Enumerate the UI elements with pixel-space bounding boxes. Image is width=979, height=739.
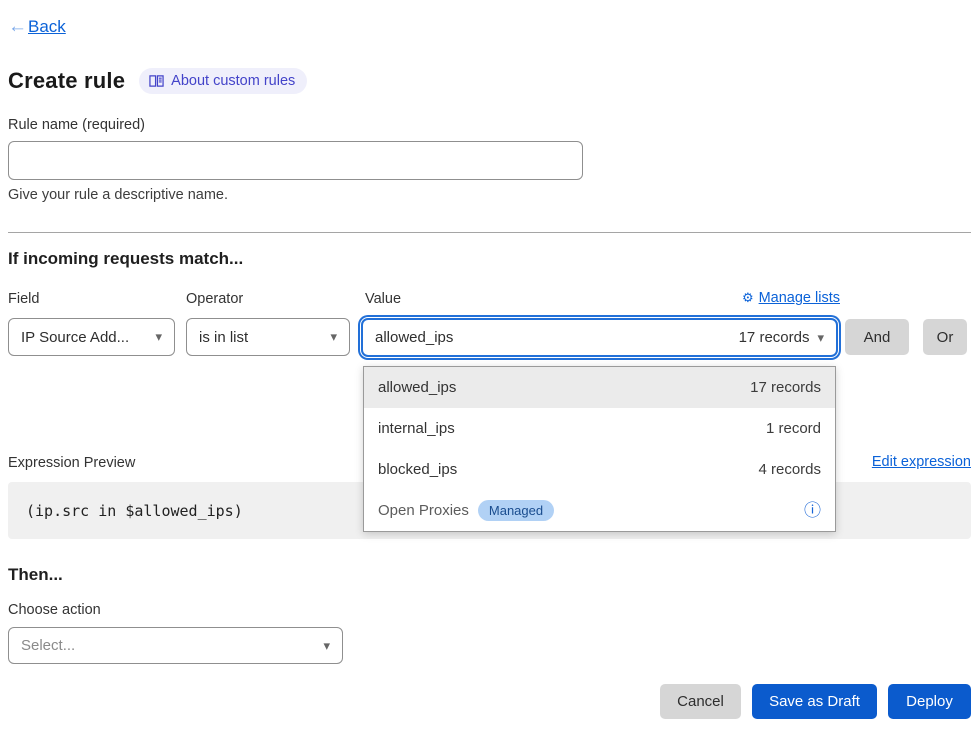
operator-select-value: is in list [199,329,248,346]
list-item-name: blocked_ips [378,461,457,478]
back-link-label: Back [28,17,66,37]
list-item-meta: 4 records [758,461,821,478]
chevron-down-icon: ▾ [155,329,162,345]
then-section-heading: Then... [8,565,63,585]
edit-expression-link[interactable]: Edit expression [872,454,971,470]
field-label: Field [8,291,39,307]
list-item-name: Open Proxies [378,502,469,519]
expression-preview-label: Expression Preview [8,455,135,471]
choose-action-label: Choose action [8,602,101,618]
deploy-button[interactable]: Deploy [888,684,971,719]
list-item-open-proxies[interactable]: Open Proxies Managed ⓘ [364,490,835,531]
save-as-draft-button[interactable]: Save as Draft [752,684,877,719]
expression-code: (ip.src in $allowed_ips) [26,502,243,520]
field-select[interactable]: IP Source Add... ▾ [8,318,175,356]
chevron-down-icon: ▾ [330,329,337,345]
cancel-button[interactable]: Cancel [660,684,741,719]
value-select-meta: 17 records [739,329,810,346]
operator-select[interactable]: is in list ▾ [186,318,350,356]
list-item-meta: 17 records [750,379,821,396]
field-select-value: IP Source Add... [21,329,129,346]
action-select[interactable]: Select... ▾ [8,627,343,664]
back-link[interactable]: ← Back [8,16,66,38]
rule-name-label: Rule name (required) [8,117,145,133]
match-section-heading: If incoming requests match... [8,249,243,269]
chevron-down-icon: ▾ [323,638,330,654]
book-icon [149,74,164,88]
info-icon[interactable]: ⓘ [804,502,821,519]
value-select[interactable]: allowed_ips 17 records ▾ [361,318,838,357]
manage-lists-label: Manage lists [759,290,840,306]
about-link-label: About custom rules [171,73,295,89]
list-item-name: internal_ips [378,420,455,437]
action-select-placeholder: Select... [21,637,75,654]
and-button[interactable]: And [845,319,909,355]
create-rule-page: ← Back Create rule About custom rules Ru… [0,0,979,739]
list-item-allowed-ips[interactable]: allowed_ips 17 records [364,367,835,408]
chevron-down-icon: ▾ [817,330,824,346]
back-arrow-icon: ← [8,16,27,38]
title-row: Create rule About custom rules [8,68,307,94]
gear-icon: ⚙ [742,290,754,306]
list-item-meta: 1 record [766,420,821,437]
list-item-internal-ips[interactable]: internal_ips 1 record [364,408,835,449]
page-title: Create rule [8,68,125,94]
about-custom-rules-link[interactable]: About custom rules [139,68,307,94]
rule-name-input[interactable] [8,141,583,180]
list-dropdown-menu: allowed_ips 17 records internal_ips 1 re… [363,366,836,532]
rule-name-help-text: Give your rule a descriptive name. [8,187,228,203]
or-button[interactable]: Or [923,319,967,355]
section-divider [8,232,971,233]
value-label: Value [365,291,401,307]
value-select-name: allowed_ips [375,329,453,346]
manage-lists-link[interactable]: ⚙ Manage lists [730,290,840,306]
operator-label: Operator [186,291,243,307]
list-item-blocked-ips[interactable]: blocked_ips 4 records [364,449,835,490]
managed-badge: Managed [478,500,554,521]
list-item-name: allowed_ips [378,379,456,396]
